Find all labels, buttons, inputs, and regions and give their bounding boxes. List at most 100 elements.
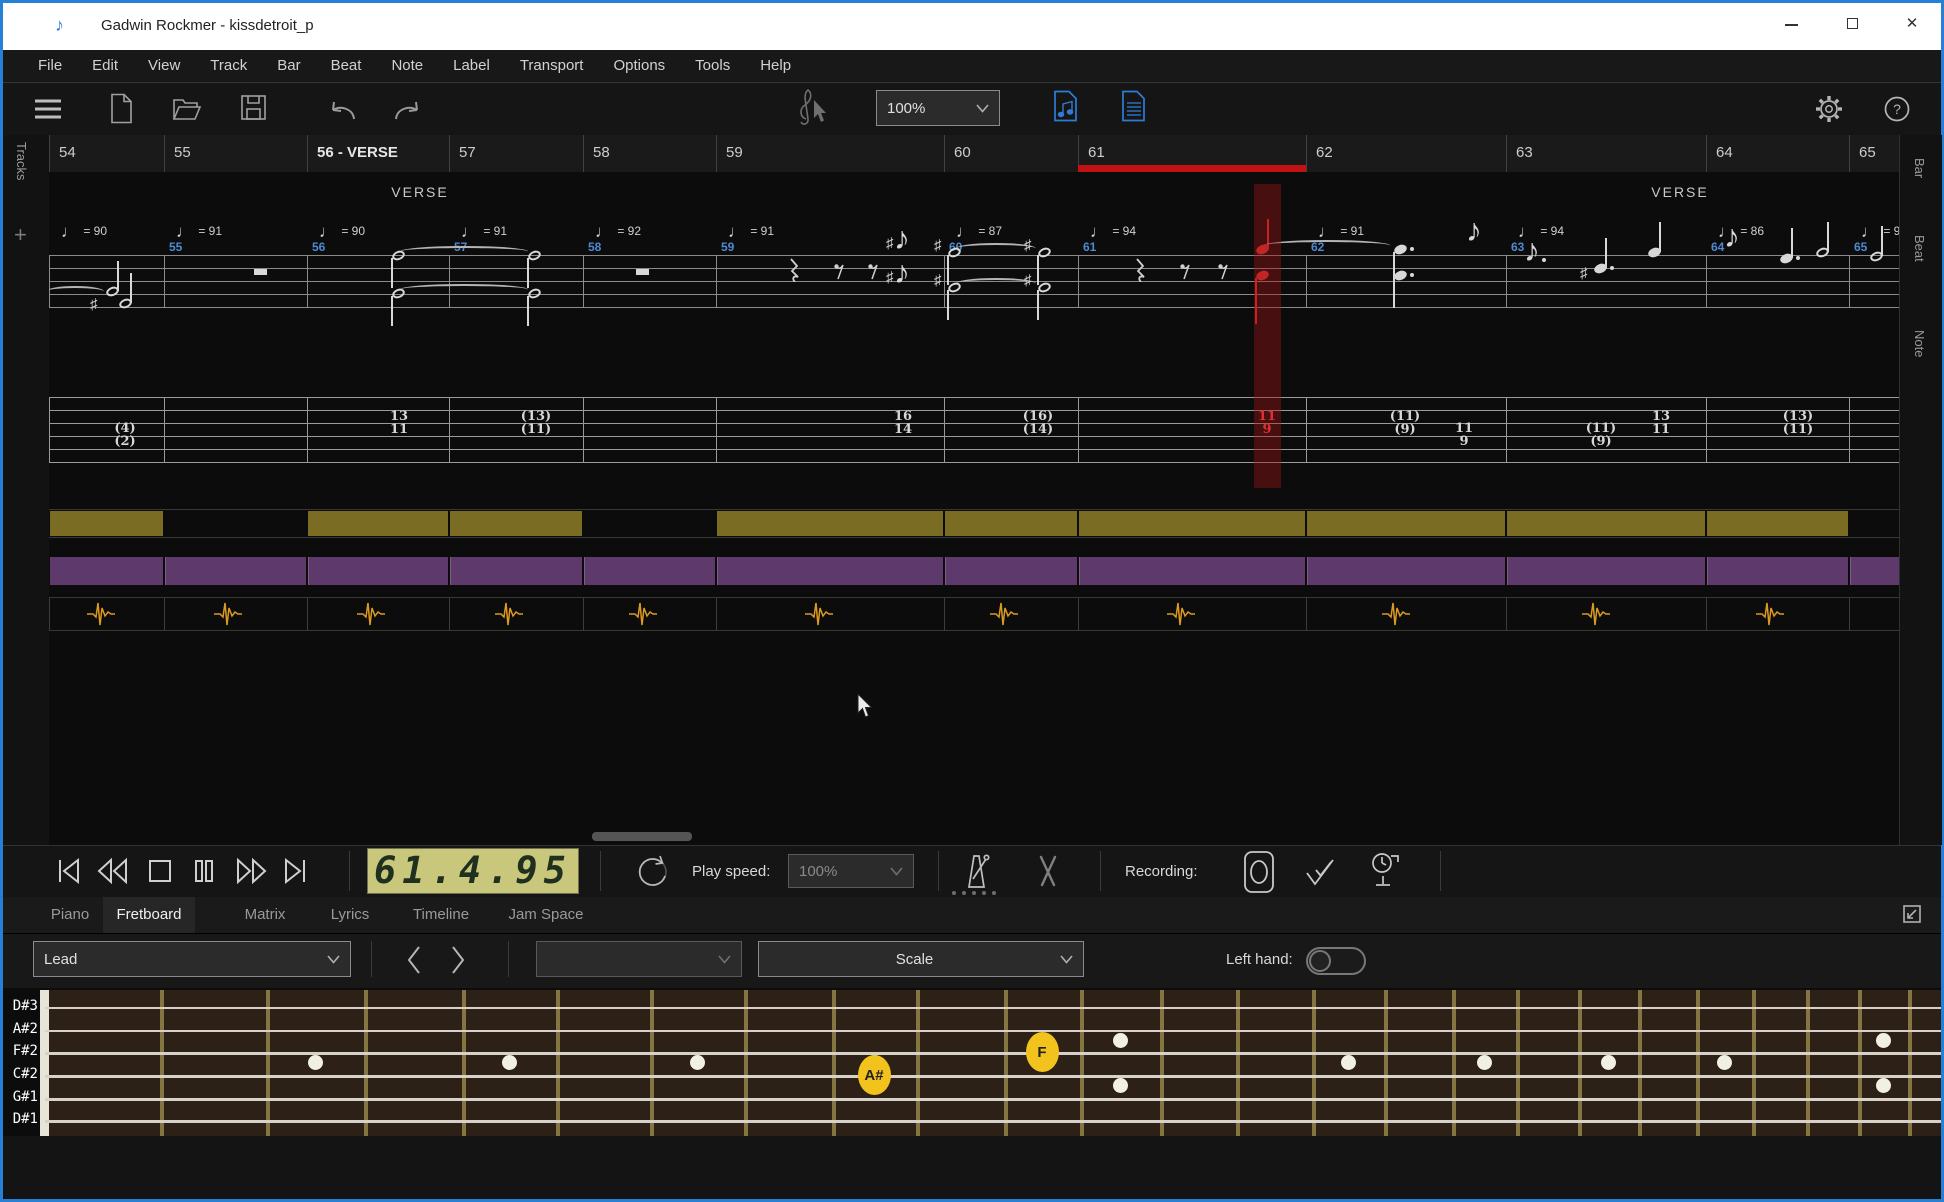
- fretboard[interactable]: [45, 990, 1941, 1136]
- tab-fretboard[interactable]: Fretboard: [103, 897, 195, 933]
- tab-number[interactable]: (2): [114, 435, 135, 448]
- help-icon[interactable]: ?: [1882, 94, 1912, 124]
- side-tab-beat[interactable]: Beat: [1912, 235, 1927, 262]
- note-marker-As[interactable]: A#: [858, 1055, 891, 1095]
- panel-resize-handle[interactable]: [992, 891, 996, 895]
- tab-number[interactable]: (9): [1590, 435, 1611, 448]
- tab-number[interactable]: 11: [390, 423, 408, 436]
- ruler-bar-cell[interactable]: 56 - VERSE: [307, 135, 449, 172]
- menu-item-note[interactable]: Note: [376, 50, 438, 82]
- tab-number[interactable]: 11: [1652, 423, 1670, 436]
- note-entry-clef-icon[interactable]: [792, 86, 832, 130]
- arrangement-lane-cell[interactable]: [717, 511, 943, 536]
- section-lane-cell[interactable]: [450, 557, 582, 585]
- record-button[interactable]: [1241, 849, 1277, 895]
- chord-select[interactable]: [536, 941, 742, 977]
- expand-panel-icon[interactable]: [1900, 903, 1924, 927]
- tab-number[interactable]: 9: [1262, 423, 1271, 436]
- menu-item-help[interactable]: Help: [745, 50, 806, 82]
- side-tab-bar[interactable]: Bar: [1912, 158, 1927, 178]
- ruler-bar-cell[interactable]: 60: [944, 135, 1078, 172]
- menu-item-options[interactable]: Options: [598, 50, 680, 82]
- tab-view-icon[interactable]: [1120, 90, 1147, 122]
- drumsticks-icon[interactable]: [1030, 853, 1066, 889]
- section-lane-cell[interactable]: [165, 557, 306, 585]
- stop-button[interactable]: [143, 856, 177, 886]
- tab-number[interactable]: (9): [1394, 423, 1415, 436]
- zoom-select[interactable]: 100%: [876, 90, 1000, 126]
- recording-check-icon[interactable]: [1303, 856, 1339, 888]
- open-file-icon[interactable]: [172, 96, 202, 121]
- note-marker-F[interactable]: F: [1026, 1032, 1059, 1072]
- panel-resize-handle[interactable]: [982, 891, 986, 895]
- panel-resize-handle[interactable]: [972, 891, 976, 895]
- arrangement-lane-cell[interactable]: [50, 511, 163, 536]
- section-lane-cell[interactable]: [1850, 557, 1901, 585]
- menu-item-transport[interactable]: Transport: [505, 50, 599, 82]
- rewind-button[interactable]: [95, 856, 129, 886]
- tab-number[interactable]: 14: [894, 423, 912, 436]
- tab-timeline[interactable]: Timeline: [403, 897, 479, 933]
- menu-item-edit[interactable]: Edit: [77, 50, 133, 82]
- mode-select[interactable]: Scale: [758, 941, 1084, 977]
- menu-item-label[interactable]: Label: [438, 50, 505, 82]
- settings-gear-icon[interactable]: [1814, 94, 1844, 124]
- arrangement-lane-cell[interactable]: [945, 511, 1077, 536]
- metronome-icon[interactable]: [962, 852, 994, 890]
- ruler-bar-cell[interactable]: 57: [449, 135, 583, 172]
- section-lane-cell[interactable]: [1507, 557, 1705, 585]
- fast-forward-button[interactable]: [235, 856, 269, 886]
- new-file-icon[interactable]: [108, 93, 134, 124]
- redo-icon[interactable]: [392, 97, 424, 123]
- tab-number[interactable]: (11): [521, 423, 551, 436]
- ruler-bar-cell[interactable]: 55: [164, 135, 307, 172]
- menu-item-tools[interactable]: Tools: [680, 50, 745, 82]
- tab-piano[interactable]: Piano: [40, 897, 100, 933]
- pause-button[interactable]: [187, 856, 221, 886]
- horizontal-scrollbar-thumb[interactable]: [592, 832, 692, 841]
- menu-item-bar[interactable]: Bar: [262, 50, 315, 82]
- undo-icon[interactable]: [326, 97, 358, 123]
- section-lane-cell[interactable]: [50, 557, 163, 585]
- minimize-button[interactable]: [1762, 0, 1820, 47]
- menu-item-file[interactable]: File: [23, 50, 77, 82]
- section-lane-cell[interactable]: [584, 557, 715, 585]
- maximize-button[interactable]: [1824, 0, 1882, 47]
- arrangement-lane-cell[interactable]: [1079, 511, 1305, 536]
- ruler-bar-cell[interactable]: 65: [1849, 135, 1902, 172]
- panel-resize-handle[interactable]: [952, 891, 956, 895]
- skip-start-button[interactable]: [52, 856, 86, 886]
- tab-number[interactable]: 9: [1459, 435, 1468, 448]
- skip-end-button[interactable]: [278, 856, 312, 886]
- arrangement-lane-cell[interactable]: [1707, 511, 1848, 536]
- section-lane-cell[interactable]: [1707, 557, 1848, 585]
- add-track-plus-icon[interactable]: +: [14, 222, 27, 248]
- tab-number[interactable]: (11): [1783, 423, 1813, 436]
- tab-matrix[interactable]: Matrix: [230, 897, 300, 933]
- play-speed-select[interactable]: 100%: [788, 854, 914, 888]
- menu-item-track[interactable]: Track: [195, 50, 262, 82]
- score-view-icon[interactable]: [1052, 90, 1079, 122]
- arrangement-lane-cell[interactable]: [450, 511, 582, 536]
- previous-arrow-button[interactable]: [404, 944, 424, 976]
- panel-resize-handle[interactable]: [962, 891, 966, 895]
- ruler-bar-cell[interactable]: 59: [716, 135, 944, 172]
- section-lane-cell[interactable]: [1079, 557, 1305, 585]
- arrangement-lane-cell[interactable]: [1307, 511, 1505, 536]
- menu-item-beat[interactable]: Beat: [316, 50, 377, 82]
- save-icon[interactable]: [240, 94, 267, 121]
- arrangement-lane-cell[interactable]: [308, 511, 448, 536]
- menu-item-view[interactable]: View: [133, 50, 195, 82]
- section-lane-cell[interactable]: [945, 557, 1077, 585]
- section-lane-cell[interactable]: [308, 557, 448, 585]
- tab-jam-space[interactable]: Jam Space: [500, 897, 592, 933]
- next-arrow-button[interactable]: [448, 944, 468, 976]
- side-tab-note[interactable]: Note: [1912, 330, 1927, 357]
- tab-number[interactable]: (14): [1023, 423, 1053, 436]
- arrangement-lane-cell[interactable]: [1507, 511, 1705, 536]
- close-button[interactable]: ✕: [1883, 0, 1941, 47]
- section-lane-cell[interactable]: [717, 557, 943, 585]
- section-lane-cell[interactable]: [1307, 557, 1505, 585]
- count-in-icon[interactable]: [1368, 851, 1406, 891]
- track-select[interactable]: Lead: [33, 941, 351, 977]
